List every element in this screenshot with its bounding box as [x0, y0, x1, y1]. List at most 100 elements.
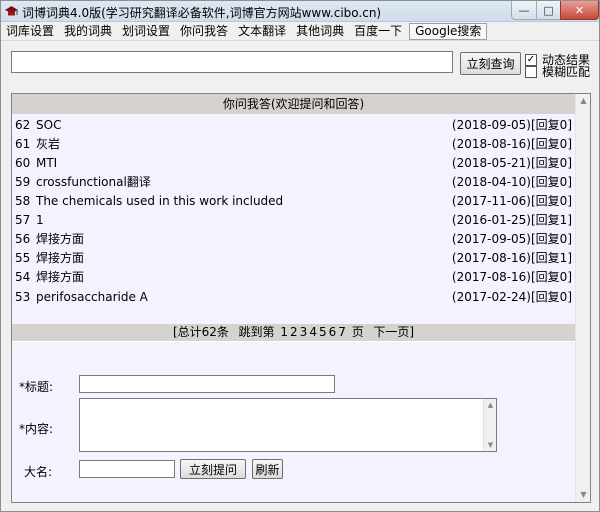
reply-count-link[interactable]: [回复0]	[531, 194, 572, 208]
page-unit-label: 页	[351, 325, 364, 339]
item-number: 61	[15, 137, 31, 151]
title-input[interactable]	[79, 375, 335, 393]
question-link[interactable]: MTI	[36, 154, 57, 173]
item-date: (2018-05-21)	[451, 156, 531, 170]
menu-item-baidu[interactable]: 百度一下	[349, 22, 407, 41]
page-link[interactable]: 2	[290, 325, 298, 339]
item-date: (2017-09-05)	[451, 232, 531, 246]
item-number: 58	[15, 194, 31, 208]
question-link[interactable]: 焊接方面	[36, 249, 84, 268]
page-link[interactable]: 3	[300, 325, 308, 339]
menu-item-google[interactable]: Google搜索	[409, 22, 488, 40]
fuzzy-match-checkbox[interactable]	[525, 65, 537, 78]
fuzzy-match-option[interactable]: 模糊匹配	[525, 63, 590, 80]
question-link[interactable]: 焊接方面	[36, 268, 84, 287]
reply-count-link[interactable]: [回复1]	[531, 213, 572, 227]
item-number: 62	[15, 118, 31, 132]
reply-count-link[interactable]: [回复0]	[531, 232, 572, 246]
question-link[interactable]: 1	[36, 211, 44, 230]
item-number: 57	[15, 213, 31, 227]
reply-count-link[interactable]: [回复0]	[531, 156, 572, 170]
question-link[interactable]: SOC	[36, 116, 61, 135]
query-button[interactable]: 立刻查询	[460, 52, 521, 75]
close-icon: ✕	[574, 3, 585, 17]
qa-header: 你问我答(欢迎提问和回答)	[12, 94, 575, 114]
list-item[interactable]: 55 焊接方面 (2017-08-16)[回复1]	[12, 249, 575, 268]
page-link[interactable]: 4	[309, 325, 317, 339]
content-label: *内容:	[19, 422, 54, 436]
reply-count-link[interactable]: [回复0]	[531, 270, 572, 284]
page-link[interactable]: 7	[338, 325, 346, 339]
name-label: 大名:	[24, 465, 53, 479]
page-link[interactable]: 6	[329, 325, 337, 339]
list-item[interactable]: 61 灰岩 (2018-08-16)[回复0]	[12, 135, 575, 154]
item-date: (2017-02-24)	[451, 290, 531, 304]
item-date: (2018-08-16)	[451, 137, 531, 151]
reply-count-link[interactable]: [回复0]	[531, 290, 572, 304]
ask-form: *标题: *内容: ▲ ▼ 大名: 立刻提问 刷新	[12, 342, 575, 502]
list-item[interactable]: 54 焊接方面 (2017-08-16)[回复0]	[12, 268, 575, 287]
refresh-button[interactable]: 刷新	[252, 459, 283, 479]
page-link[interactable]: 1	[280, 325, 288, 339]
scroll-up-icon[interactable]: ▲	[576, 94, 590, 108]
submit-question-button[interactable]: 立刻提问	[180, 459, 246, 479]
question-link[interactable]: crossfunctional翻译	[36, 173, 151, 192]
list-item[interactable]: 60 MTI (2018-05-21)[回复0]	[12, 154, 575, 173]
next-page-link[interactable]: 下一页]	[373, 325, 414, 339]
question-link[interactable]: 灰岩	[36, 135, 60, 154]
question-link[interactable]: 焊接方面	[36, 230, 84, 249]
menu-item-dict-settings[interactable]: 词库设置	[1, 22, 59, 41]
menu-item-text-translate[interactable]: 文本翻译	[233, 22, 291, 41]
menu-item-my-dict[interactable]: 我的词典	[59, 22, 117, 41]
item-number: 54	[15, 270, 31, 284]
list-item[interactable]: 57 1 (2016-01-25)[回复1]	[12, 211, 575, 230]
item-date: (2017-11-06)	[451, 194, 531, 208]
item-number: 60	[15, 156, 31, 170]
app-logo-icon	[5, 6, 18, 16]
menu-item-other-dicts[interactable]: 其他词典	[291, 22, 349, 41]
maximize-icon: □	[543, 3, 554, 17]
list-item[interactable]: 59 crossfunctional翻译 (2018-04-10)[回复0]	[12, 173, 575, 192]
page-link[interactable]: 5	[319, 325, 327, 339]
item-date: (2018-04-10)	[451, 175, 531, 189]
menu-bar: 词库设置 我的词典 划词设置 你问我答 文本翻译 其他词典 百度一下 Googl…	[1, 22, 599, 41]
item-number: 59	[15, 175, 31, 189]
fuzzy-match-label: 模糊匹配	[542, 65, 591, 79]
question-link[interactable]: perifosaccharide A	[36, 288, 148, 307]
scroll-up-icon[interactable]: ▲	[484, 399, 497, 411]
pagination: [总计62条 跳到第 1234567 页 下一页]	[12, 324, 575, 341]
minimize-button[interactable]: —	[511, 1, 537, 20]
qa-panel: 你问我答(欢迎提问和回答) 62 SOC (2018-09-05)[回复0] 6…	[11, 93, 591, 503]
title-label: *标题:	[19, 380, 54, 394]
reply-count-link[interactable]: [回复0]	[531, 175, 572, 189]
item-number: 53	[15, 290, 31, 304]
total-count: [总计62条	[172, 325, 229, 339]
scroll-down-icon[interactable]: ▼	[576, 488, 590, 502]
name-input[interactable]	[79, 460, 175, 478]
scroll-down-icon[interactable]: ▼	[484, 439, 497, 451]
reply-count-link[interactable]: [回复0]	[531, 118, 572, 132]
menu-item-hover-settings[interactable]: 划词设置	[117, 22, 175, 41]
reply-count-link[interactable]: [回复0]	[531, 137, 572, 151]
close-button[interactable]: ✕	[560, 1, 599, 20]
item-date: (2017-08-16)	[451, 251, 531, 265]
list-item[interactable]: 58 The chemicals used in this work inclu…	[12, 192, 575, 211]
goto-label: 跳到第	[238, 325, 275, 339]
textarea-scrollbar[interactable]: ▲ ▼	[483, 399, 496, 451]
app-window: 词博词典4.0版(学习研究翻译必备软件,词博官方网站www.cibo.cn) —…	[0, 0, 600, 512]
question-link[interactable]: The chemicals used in this work included	[36, 192, 283, 211]
list-item[interactable]: 62 SOC (2018-09-05)[回复0]	[12, 116, 575, 135]
search-input[interactable]	[11, 51, 453, 73]
item-number: 55	[15, 251, 31, 265]
minimize-icon: —	[518, 3, 530, 17]
panel-scrollbar[interactable]: ▲ ▼	[575, 94, 590, 502]
list-item[interactable]: 56 焊接方面 (2017-09-05)[回复0]	[12, 230, 575, 249]
item-date: (2018-09-05)	[451, 118, 531, 132]
content-textarea[interactable]: ▲ ▼	[79, 398, 497, 452]
item-date: (2017-08-16)	[451, 270, 531, 284]
list-item[interactable]: 53 perifosaccharide A (2017-02-24)[回复0]	[12, 288, 575, 307]
menu-item-qa[interactable]: 你问我答	[175, 22, 233, 41]
title-bar: 词博词典4.0版(学习研究翻译必备软件,词博官方网站www.cibo.cn) —…	[1, 1, 599, 22]
maximize-button[interactable]: □	[536, 1, 561, 20]
reply-count-link[interactable]: [回复1]	[531, 251, 572, 265]
